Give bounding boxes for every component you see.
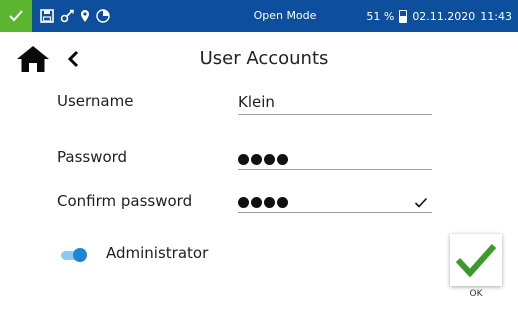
ok-check-icon: [455, 244, 497, 278]
username-field[interactable]: Klein: [238, 91, 432, 115]
mask-dot: [277, 197, 288, 208]
mask-dot: [251, 154, 262, 165]
mask-dot: [238, 154, 249, 165]
status-bar: Open Mode 51 % 02.11.2020 11:43: [0, 0, 518, 32]
ok-button[interactable]: [450, 234, 502, 286]
mask-dot: [251, 197, 262, 208]
pie-timer-icon: [96, 9, 110, 23]
page-title: User Accounts: [199, 48, 329, 69]
check-icon: [0, 0, 32, 32]
mask-dot: [277, 154, 288, 165]
status-icons: [40, 6, 110, 26]
username-label: Username: [57, 92, 134, 110]
password-field[interactable]: [238, 146, 432, 170]
password-mask: [238, 154, 288, 166]
password-label: Password: [57, 148, 128, 166]
administrator-toggle[interactable]: [61, 248, 87, 262]
confirm-password-label: Confirm password: [57, 192, 193, 210]
battery-icon: [399, 9, 408, 23]
status-date: 02.11.2020: [412, 9, 476, 23]
save-icon: [40, 9, 54, 23]
mask-dot: [264, 197, 275, 208]
battery-percent: 51 %: [366, 9, 395, 23]
toggle-thumb: [73, 248, 87, 262]
location-pin-icon: [80, 9, 90, 23]
battery-fill: [400, 15, 407, 22]
mode-indicator: Open Mode: [253, 9, 317, 22]
confirm-password-field[interactable]: [238, 189, 432, 213]
status-right: 51 % 02.11.2020 11:43: [366, 0, 512, 32]
probe-icon: [60, 9, 74, 23]
ok-label: OK: [469, 289, 483, 299]
confirm-password-mask: [238, 197, 288, 209]
administrator-label: Administrator: [106, 244, 209, 262]
mask-dot: [238, 197, 249, 208]
username-value: Klein: [238, 93, 275, 111]
mask-dot: [264, 154, 275, 165]
password-match-check-icon: [414, 197, 428, 208]
status-time: 11:43: [480, 9, 512, 23]
